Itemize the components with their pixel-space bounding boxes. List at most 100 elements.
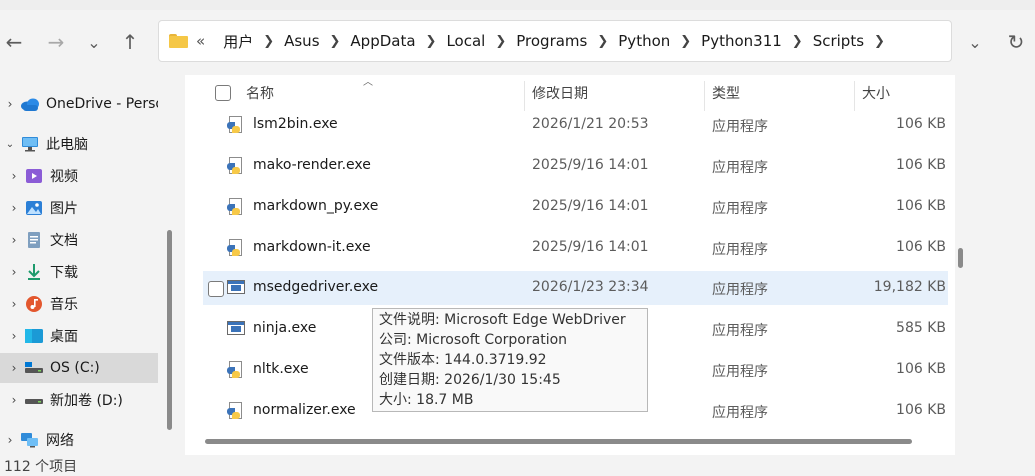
row-checkbox[interactable] xyxy=(208,281,224,297)
column-header-date[interactable]: 修改日期 xyxy=(532,75,588,111)
sidebar-item-music[interactable]: › 音乐 xyxy=(4,289,162,319)
chevron-right-icon[interactable]: › xyxy=(4,297,24,311)
file-name: nltk.exe xyxy=(253,361,309,377)
column-divider[interactable] xyxy=(704,81,705,111)
horizontal-scrollbar[interactable] xyxy=(205,439,912,444)
chevron-right-icon[interactable]: ❯ xyxy=(263,34,274,49)
sidebar-item-desktop[interactable]: › 桌面 xyxy=(4,321,162,351)
vertical-scrollbar[interactable] xyxy=(958,248,963,268)
table-row-hovered[interactable]: msedgedriver.exe 2026/1/23 23:34 应用程序 19… xyxy=(203,271,948,305)
column-header-row: ︿ 名称 修改日期 类型 大小 xyxy=(185,75,955,111)
breadcrumb-item[interactable]: Programs xyxy=(516,32,587,50)
up-button[interactable]: ↑ xyxy=(116,28,144,56)
breadcrumb-item[interactable]: Local xyxy=(446,32,485,50)
sidebar-item-label: 文档 xyxy=(50,233,78,249)
recent-locations-button[interactable]: ⌄ xyxy=(80,28,108,56)
forward-arrow-icon: → xyxy=(47,30,65,54)
file-name: markdown_py.exe xyxy=(253,198,379,214)
back-arrow-icon: ← xyxy=(5,30,23,54)
select-all-checkbox[interactable] xyxy=(215,85,231,101)
chevron-right-icon[interactable]: › xyxy=(0,97,20,111)
sidebar-item-network[interactable]: › 网络 xyxy=(0,425,158,455)
sidebar-item-downloads[interactable]: › 下载 xyxy=(4,257,162,287)
refresh-button[interactable]: ↻ xyxy=(1002,28,1030,56)
column-header-size[interactable]: 大小 xyxy=(862,75,890,111)
file-type: 应用程序 xyxy=(712,282,768,298)
column-header-type[interactable]: 类型 xyxy=(712,75,740,111)
sidebar-item-drive-c[interactable]: › OS (C:) xyxy=(0,353,158,383)
folder-icon xyxy=(169,34,188,48)
back-button[interactable]: ← xyxy=(0,28,28,56)
sidebar-item-label: OS (C:) xyxy=(50,360,100,376)
table-row[interactable]: markdown_py.exe 2025/9/16 14:01 应用程序 106… xyxy=(203,190,948,224)
sidebar-item-onedrive[interactable]: › OneDrive - Personal xyxy=(0,89,158,119)
file-name: mako-render.exe xyxy=(253,157,371,173)
sidebar-item-videos[interactable]: › 视频 xyxy=(4,161,162,191)
sidebar-item-label: 网络 xyxy=(46,433,74,449)
sidebar-item-pictures[interactable]: › 图片 xyxy=(4,193,162,223)
column-divider[interactable] xyxy=(854,81,855,111)
computer-icon xyxy=(20,135,40,153)
file-size: 106 KB xyxy=(896,361,946,377)
breadcrumb-item[interactable]: Python311 xyxy=(701,32,782,50)
file-type: 应用程序 xyxy=(712,242,768,258)
chevron-right-icon[interactable]: ❯ xyxy=(597,34,608,49)
chevron-right-icon[interactable]: › xyxy=(4,233,24,247)
sidebar-scrollbar[interactable] xyxy=(167,230,172,430)
file-size: 106 KB xyxy=(896,157,946,173)
chevron-right-icon[interactable]: ❯ xyxy=(792,34,803,49)
breadcrumb-item[interactable]: Python xyxy=(618,32,670,50)
chevron-right-icon[interactable]: › xyxy=(4,169,24,183)
address-history-button[interactable]: ⌄ xyxy=(962,28,988,56)
video-icon xyxy=(24,167,44,185)
sidebar-item-documents[interactable]: › 文档 xyxy=(4,225,162,255)
file-name: ninja.exe xyxy=(253,320,317,336)
column-header-name[interactable]: 名称 xyxy=(246,75,274,111)
file-date: 2025/9/16 14:01 xyxy=(532,157,649,173)
file-size: 106 KB xyxy=(896,239,946,255)
sidebar-item-label: 此电脑 xyxy=(46,137,88,153)
python-exe-icon xyxy=(227,157,245,175)
sidebar-item-label: 视频 xyxy=(50,169,78,185)
file-date: 2025/9/16 14:01 xyxy=(532,239,649,255)
file-size: 106 KB xyxy=(896,402,946,418)
file-name: markdown-it.exe xyxy=(253,239,371,255)
drive-icon xyxy=(24,359,44,377)
file-name: normalizer.exe xyxy=(253,402,356,418)
chevron-right-icon[interactable]: › xyxy=(4,265,24,279)
breadcrumb-item[interactable]: Asus xyxy=(284,32,319,50)
breadcrumb-item[interactable]: AppData xyxy=(350,32,415,50)
sidebar-item-this-pc[interactable]: ⌄ 此电脑 xyxy=(0,129,158,159)
sidebar-item-drive-d[interactable]: › 新加卷 (D:) xyxy=(4,385,162,415)
sidebar-item-label: 图片 xyxy=(50,201,78,217)
breadcrumb-item[interactable]: Scripts xyxy=(813,32,864,50)
chevron-right-icon[interactable]: › xyxy=(4,329,24,343)
chevron-right-icon[interactable]: › xyxy=(4,361,24,375)
column-divider[interactable] xyxy=(524,81,525,111)
sort-ascending-icon: ︿ xyxy=(363,77,373,88)
tooltip-company: 公司: Microsoft Corporation xyxy=(379,332,568,348)
forward-button[interactable]: → xyxy=(42,28,70,56)
chevron-right-icon[interactable]: ❯ xyxy=(680,34,691,49)
chevron-right-icon[interactable]: ❯ xyxy=(426,34,437,49)
file-date: 2025/9/16 14:01 xyxy=(532,198,649,214)
chevron-right-icon[interactable]: › xyxy=(0,433,20,447)
chevron-down-icon: ⌄ xyxy=(87,32,101,52)
breadcrumb-item[interactable]: 用户 xyxy=(223,31,253,52)
table-row[interactable]: markdown-it.exe 2025/9/16 14:01 应用程序 106… xyxy=(203,231,948,265)
address-bar[interactable]: « 用户 ❯ Asus ❯ AppData ❯ Local ❯ Programs… xyxy=(158,20,952,62)
chevron-right-icon[interactable]: › xyxy=(4,201,24,215)
file-size: 585 KB xyxy=(896,320,946,336)
chevron-right-icon[interactable]: ❯ xyxy=(495,34,506,49)
chevron-right-icon[interactable]: ❯ xyxy=(330,34,341,49)
breadcrumb-overflow[interactable]: « xyxy=(196,32,205,50)
python-exe-icon xyxy=(227,402,245,420)
table-row[interactable]: lsm2bin.exe 2026/1/21 20:53 应用程序 106 KB xyxy=(203,108,948,142)
chevron-right-icon[interactable]: › xyxy=(4,393,24,407)
file-date: 2026/1/21 20:53 xyxy=(532,116,649,132)
chevron-right-icon[interactable]: ❯ xyxy=(874,34,885,49)
chevron-down-icon[interactable]: ⌄ xyxy=(0,139,20,150)
download-icon xyxy=(24,263,44,281)
sidebar-item-label: 桌面 xyxy=(50,329,78,345)
table-row[interactable]: mako-render.exe 2025/9/16 14:01 应用程序 106… xyxy=(203,149,948,183)
